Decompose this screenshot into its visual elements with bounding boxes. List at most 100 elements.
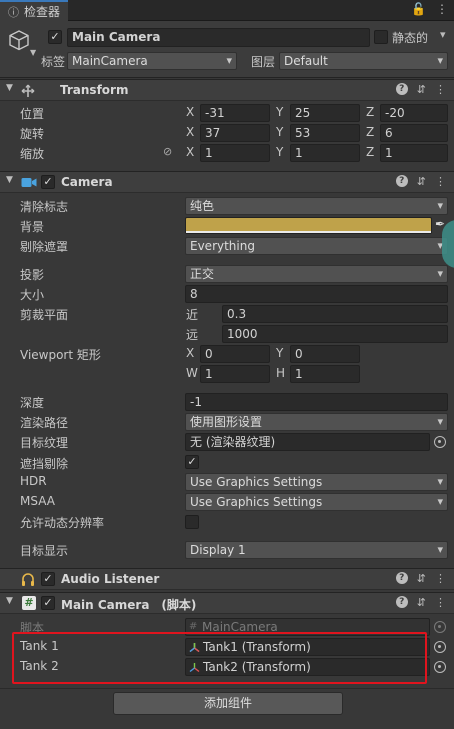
viewport-x-label[interactable]: X (186, 346, 194, 360)
axis-y-label[interactable]: Y (276, 105, 283, 119)
background-label: 背景 (20, 220, 45, 234)
target-texture-field[interactable]: 无 (渲染器纹理) (185, 433, 430, 451)
scale-z-field[interactable]: 1 (380, 144, 448, 162)
highlight-annotation-box (12, 632, 427, 684)
position-x-field[interactable]: -31 (200, 104, 270, 122)
preset-icon[interactable]: ⇵ (417, 83, 426, 96)
static-dropdown-icon[interactable]: ▾ (440, 28, 446, 41)
dynamic-resolution-checkbox[interactable] (185, 515, 199, 529)
tag-label: 标签 (41, 55, 66, 69)
near-label[interactable]: 近 (186, 306, 198, 323)
viewport-h-label[interactable]: H (276, 366, 285, 380)
info-icon: ⓘ (8, 5, 19, 19)
viewport-w-field[interactable]: 1 (200, 365, 270, 383)
csharp-script-icon: # (22, 596, 36, 610)
tab-label: 检查器 (24, 5, 61, 19)
axis-y-label[interactable]: Y (276, 145, 283, 159)
tag-dropdown[interactable]: MainCamera (67, 52, 237, 70)
object-picker-icon[interactable] (434, 436, 446, 448)
camera-icon (21, 178, 37, 187)
near-field[interactable]: 0.3 (222, 305, 448, 323)
lock-icon[interactable]: 🔓 (411, 2, 426, 16)
preset-icon[interactable]: ⇵ (417, 175, 426, 188)
audio-listener-enabled-checkbox[interactable]: ✓ (41, 572, 55, 586)
depth-field[interactable]: -1 (185, 393, 448, 411)
more-icon[interactable]: ⋮ (435, 596, 446, 609)
axis-x-label[interactable]: X (186, 105, 194, 119)
preset-icon[interactable]: ⇵ (417, 596, 426, 609)
size-label: 大小 (20, 288, 45, 302)
divider (0, 688, 454, 689)
rotation-z-field[interactable]: 6 (380, 124, 448, 142)
camera-enabled-checkbox[interactable]: ✓ (41, 175, 55, 189)
help-icon[interactable]: ? (395, 596, 408, 608)
tab-bar (0, 0, 454, 21)
projection-label: 投影 (20, 268, 45, 282)
axis-z-label[interactable]: Z (366, 125, 374, 139)
more-icon[interactable]: ⋮ (435, 572, 446, 585)
scale-x-field[interactable]: 1 (200, 144, 270, 162)
depth-label: 深度 (20, 396, 45, 410)
target-display-dropdown[interactable]: Display 1 (185, 541, 448, 559)
script-enabled-checkbox[interactable]: ✓ (41, 596, 55, 610)
transform-header[interactable]: ▼ Transform ? ⇵ ⋮ (0, 79, 454, 101)
viewport-rect-label: Viewport 矩形 (20, 348, 101, 362)
preset-icon[interactable]: ⇵ (417, 572, 426, 585)
size-field[interactable]: 8 (185, 285, 448, 303)
viewport-x-field[interactable]: 0 (200, 345, 270, 363)
position-label: 位置 (20, 107, 45, 121)
culling-mask-dropdown[interactable]: Everything (185, 237, 448, 255)
camera-header[interactable]: ▼ ✓ Camera ? ⇵ ⋮ (0, 171, 454, 193)
viewport-w-label[interactable]: W (186, 366, 198, 380)
far-field[interactable]: 1000 (222, 325, 448, 343)
audio-listener-header-icons: ? ⇵ ⋮ (395, 572, 446, 585)
more-icon[interactable]: ⋮ (436, 2, 448, 16)
msaa-dropdown[interactable]: Use Graphics Settings (185, 493, 448, 511)
tab-inspector[interactable]: ⓘ 检查器 (0, 0, 68, 21)
object-picker-icon[interactable] (434, 641, 446, 653)
rotation-y-field[interactable]: 53 (290, 124, 360, 142)
rendering-path-dropdown[interactable]: 使用图形设置 (185, 413, 448, 431)
floating-tool-circle[interactable] (442, 220, 454, 268)
viewport-y-label[interactable]: Y (276, 346, 283, 360)
add-component-button[interactable]: 添加组件 (113, 692, 343, 715)
more-icon[interactable]: ⋮ (435, 83, 446, 96)
audio-listener-header[interactable]: ✓ Audio Listener ? ⇵ ⋮ (0, 568, 454, 590)
occlusion-culling-label: 遮挡剔除 (20, 457, 69, 471)
axis-z-label[interactable]: Z (366, 145, 374, 159)
expand-arrow-icon[interactable]: ▼ (6, 596, 13, 606)
object-picker-icon[interactable] (434, 661, 446, 673)
far-label[interactable]: 远 (186, 326, 198, 343)
background-color-swatch[interactable] (185, 217, 432, 234)
gameobject-cube-icon (9, 30, 29, 51)
clear-flags-dropdown[interactable]: 纯色 (185, 197, 448, 215)
viewport-y-field[interactable]: 0 (290, 345, 360, 363)
help-icon[interactable]: ? (395, 572, 408, 584)
position-z-field[interactable]: -20 (380, 104, 448, 122)
axis-z-label[interactable]: Z (366, 105, 374, 119)
projection-dropdown[interactable]: 正交 (185, 265, 448, 283)
rotation-x-field[interactable]: 37 (200, 124, 270, 142)
static-checkbox[interactable] (374, 30, 388, 44)
script-component-header[interactable]: ▼ # ✓ Main Camera (脚本) ? ⇵ ⋮ (0, 592, 454, 614)
layer-dropdown[interactable]: Default (279, 52, 448, 70)
viewport-h-field[interactable]: 1 (290, 365, 360, 383)
camera-header-icons: ? ⇵ ⋮ (395, 175, 446, 188)
target-display-label: 目标显示 (20, 544, 69, 558)
hdr-dropdown[interactable]: Use Graphics Settings (185, 473, 448, 491)
object-name-field[interactable]: Main Camera (67, 28, 370, 47)
axis-x-label[interactable]: X (186, 145, 194, 159)
more-icon[interactable]: ⋮ (435, 175, 446, 188)
constrain-link-icon[interactable]: ⊘ (163, 145, 172, 158)
active-checkbox[interactable]: ✓ (48, 30, 62, 44)
axis-y-label[interactable]: Y (276, 125, 283, 139)
icon-dropdown-icon[interactable]: ▼ (30, 48, 36, 57)
occlusion-culling-checkbox[interactable]: ✓ (185, 455, 199, 469)
expand-arrow-icon[interactable]: ▼ (6, 175, 13, 185)
axis-x-label[interactable]: X (186, 125, 194, 139)
position-y-field[interactable]: 25 (290, 104, 360, 122)
scale-y-field[interactable]: 1 (290, 144, 360, 162)
expand-arrow-icon[interactable]: ▼ (6, 83, 13, 93)
help-icon[interactable]: ? (395, 83, 408, 95)
help-icon[interactable]: ? (395, 175, 408, 187)
